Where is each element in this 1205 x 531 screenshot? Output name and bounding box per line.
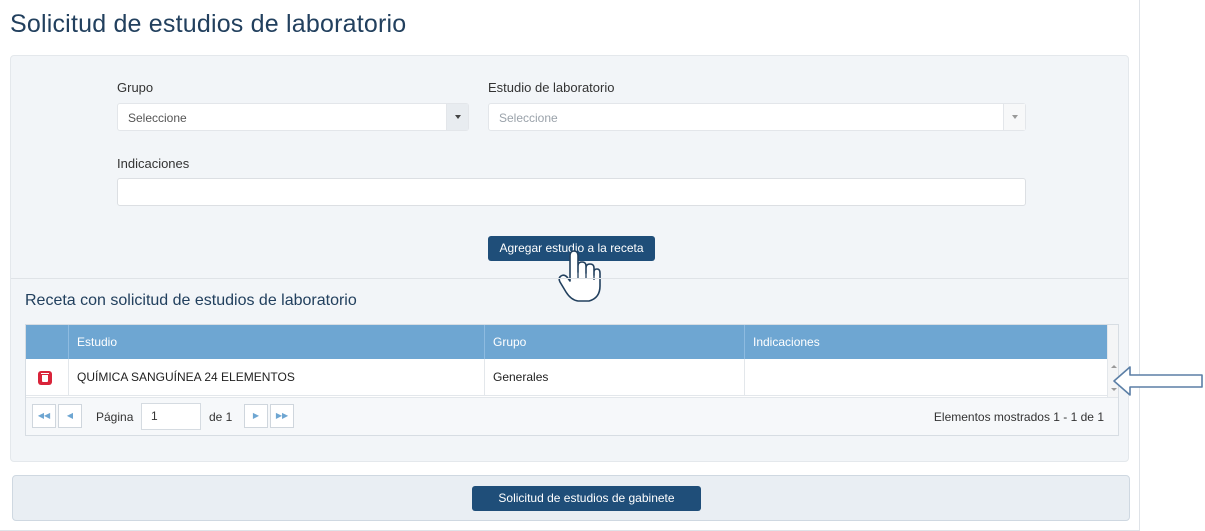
table-row: QUÍMICA SANGUÍNEA 24 ELEMENTOS Generales	[26, 359, 1108, 396]
estudio-label: Estudio de laboratorio	[488, 80, 615, 95]
lab-request-form: Grupo Seleccione Estudio de laboratorio …	[10, 55, 1129, 462]
row-actions	[26, 359, 68, 396]
section-divider	[11, 278, 1128, 279]
next-page-button[interactable]: ▶	[244, 404, 268, 428]
records-info: Elementos mostrados 1 - 1 de 1	[933, 410, 1104, 424]
gabinete-request-button[interactable]: Solicitud de estudios de gabinete	[472, 486, 701, 511]
estudio-select-value: Seleccione	[499, 111, 558, 125]
estudio-select[interactable]: Seleccione	[488, 103, 1026, 131]
first-page-button[interactable]: ◀◀	[32, 404, 56, 428]
receta-grid: Estudio Grupo Indicaciones QUÍMICA SANGU…	[25, 324, 1119, 436]
main-card: Solicitud de estudios de laboratorio Gru…	[0, 0, 1140, 531]
chevron-down-icon	[455, 115, 461, 119]
hand-pointer-icon	[558, 250, 601, 302]
column-header-indicaciones[interactable]: Indicaciones	[744, 325, 1108, 359]
grid-header-actions	[26, 325, 68, 359]
grupo-label: Grupo	[117, 80, 154, 95]
column-header-grupo[interactable]: Grupo	[484, 325, 744, 359]
indicaciones-label: Indicaciones	[117, 156, 190, 171]
grid-pager: ◀◀ ◀ Página 1 de 1 ▶ ▶▶ Elementos mostra…	[26, 397, 1118, 435]
page-title: Solicitud de estudios de laboratorio	[10, 10, 407, 38]
grupo-select[interactable]: Seleccione	[117, 103, 469, 131]
receta-section-title: Receta con solicitud de estudios de labo…	[25, 292, 357, 309]
row-grupo: Generales	[484, 359, 744, 396]
last-page-button[interactable]: ▶▶	[270, 404, 294, 428]
page-number-input[interactable]: 1	[141, 403, 201, 430]
row-estudio: QUÍMICA SANGUÍNEA 24 ELEMENTOS	[68, 359, 484, 396]
indicaciones-input[interactable]	[117, 178, 1026, 206]
estudio-dropdown-toggle[interactable]	[1003, 104, 1025, 130]
grupo-dropdown-toggle[interactable]	[446, 104, 468, 130]
trash-icon[interactable]	[38, 371, 52, 385]
prev-page-button[interactable]: ◀	[58, 404, 82, 428]
page-total-label: de 1	[209, 410, 233, 424]
grupo-select-value: Seleccione	[128, 111, 187, 125]
chevron-down-icon	[1012, 115, 1018, 119]
page-label: Página	[96, 410, 134, 424]
grid-header: Estudio Grupo Indicaciones	[26, 325, 1108, 359]
row-indicaciones	[744, 359, 1108, 396]
arrow-left-icon	[1113, 366, 1203, 396]
column-header-estudio[interactable]: Estudio	[68, 325, 484, 359]
gabinete-panel: Solicitud de estudios de gabinete	[12, 475, 1130, 521]
